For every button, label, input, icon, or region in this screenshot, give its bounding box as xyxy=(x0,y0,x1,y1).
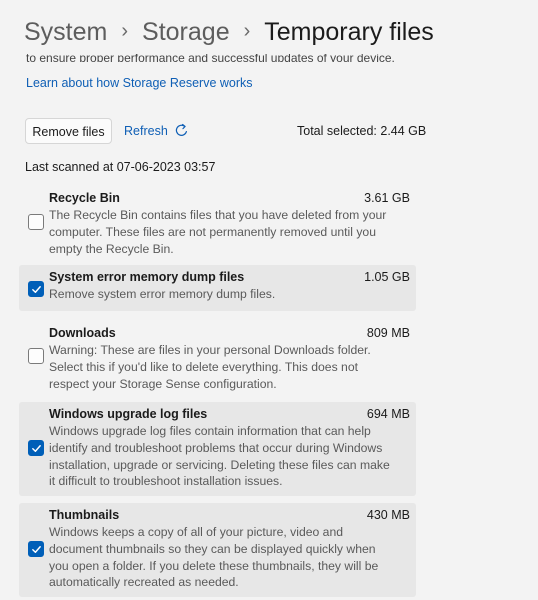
item-description: Windows upgrade log files contain inform… xyxy=(49,424,390,489)
item-size: 3.61 GB xyxy=(364,191,410,205)
checkmark-icon xyxy=(32,445,41,452)
chevron-right-icon: › xyxy=(121,20,129,42)
item-title: System error memory dump files xyxy=(49,270,245,284)
item-title: Windows upgrade log files xyxy=(49,407,208,421)
item-title: Recycle Bin xyxy=(49,191,120,205)
refresh-button[interactable]: Refresh xyxy=(124,123,189,138)
list-item-windows-upgrade-logs[interactable]: Windows upgrade log files 694 MB Windows… xyxy=(19,402,416,496)
remove-files-button[interactable]: Remove files xyxy=(25,118,112,144)
list-item-recycle-bin[interactable]: Recycle Bin 3.61 GB The Recycle Bin cont… xyxy=(19,186,416,260)
refresh-label: Refresh xyxy=(124,123,168,138)
breadcrumb-storage[interactable]: Storage xyxy=(142,18,230,47)
total-selected: Total selected: 2.44 GB xyxy=(297,124,427,138)
item-description: The Recycle Bin contains files that you … xyxy=(49,208,387,256)
list-item-system-error-dumps[interactable]: System error memory dump files 1.05 GB R… xyxy=(19,265,416,311)
storage-reserve-description: to ensure proper performance and success… xyxy=(26,54,395,62)
item-title: Thumbnails xyxy=(49,508,120,522)
item-description: Windows keeps a copy of all of your pict… xyxy=(49,525,379,590)
list-item-thumbnails[interactable]: Thumbnails 430 MB Windows keeps a copy o… xyxy=(19,503,416,597)
checkmark-icon xyxy=(32,546,41,553)
item-size: 694 MB xyxy=(366,407,410,421)
item-description: Remove system error memory dump files. xyxy=(49,287,276,301)
chevron-right-icon: › xyxy=(243,20,251,42)
list-item-downloads[interactable]: Downloads 809 MB Warning: These are file… xyxy=(19,321,416,397)
item-size: 1.05 GB xyxy=(364,270,410,284)
refresh-icon xyxy=(175,123,187,136)
item-size: 809 MB xyxy=(366,326,410,340)
downloads-checkbox[interactable] xyxy=(28,348,44,364)
breadcrumb-system[interactable]: System xyxy=(24,18,107,47)
breadcrumb: System › Storage › Temporary files xyxy=(24,18,434,47)
system-error-dumps-checkbox[interactable] xyxy=(28,281,44,297)
item-description: Warning: These are files in your persona… xyxy=(49,343,371,391)
learn-storage-reserve-link[interactable]: Learn about how Storage Reserve works xyxy=(26,76,253,90)
item-title: Downloads xyxy=(49,326,116,340)
checkmark-icon xyxy=(32,286,41,293)
item-size: 430 MB xyxy=(366,508,410,522)
windows-upgrade-logs-checkbox[interactable] xyxy=(28,440,44,456)
recycle-bin-checkbox[interactable] xyxy=(28,214,44,230)
thumbnails-checkbox[interactable] xyxy=(28,541,44,557)
last-scanned: Last scanned at 07-06-2023 03:57 xyxy=(25,160,216,174)
page-title: Temporary files xyxy=(264,18,434,46)
